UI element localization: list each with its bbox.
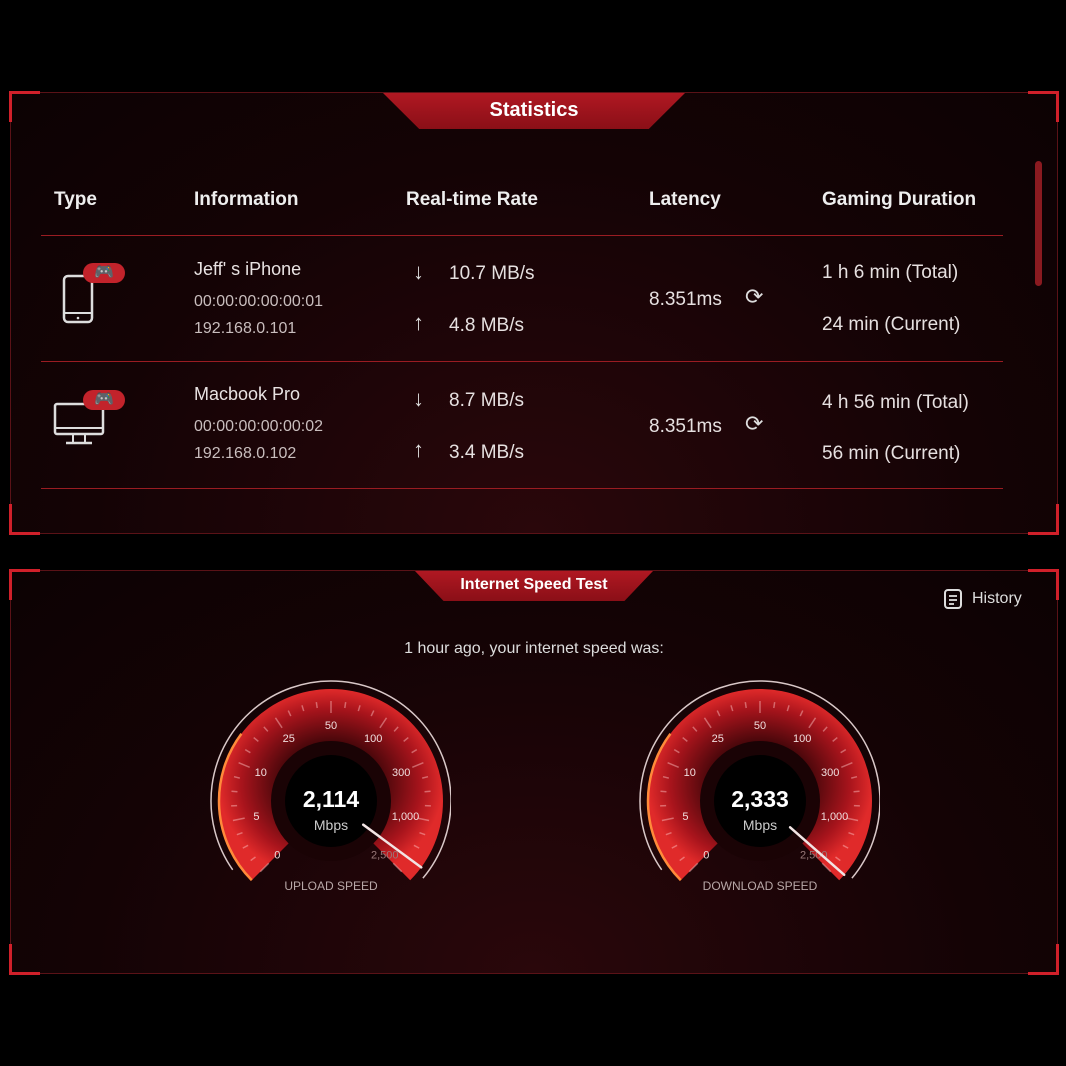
gauge-scale-label: 10 <box>684 767 696 779</box>
gauge-scale-label: 10 <box>255 767 267 779</box>
refresh-icon[interactable]: ⟳ <box>745 284 763 310</box>
gauge-scale-label: 25 <box>712 733 724 745</box>
speed-test-title: Internet Speed Test <box>415 571 653 601</box>
corner-decoration <box>1028 91 1059 122</box>
column-latency: Latency <box>649 189 721 210</box>
gauge-unit: Mbps <box>743 817 777 833</box>
speed-test-panel: Internet Speed Test History 1 hour ago, … <box>9 569 1059 975</box>
gauge-value: 2,333 <box>731 786 789 812</box>
duration-total: 4 h 56 min (Total) <box>822 392 969 413</box>
duration-current: 56 min (Current) <box>822 443 961 464</box>
corner-decoration <box>9 91 40 122</box>
document-icon <box>944 589 962 609</box>
gauge-tick <box>660 790 667 793</box>
device-mac: 00:00:00:00:00:01 <box>194 293 324 310</box>
refresh-icon[interactable]: ⟳ <box>745 411 763 437</box>
gauge-tick <box>853 790 860 793</box>
gauge-scale-label: 300 <box>821 767 839 779</box>
history-button[interactable]: History <box>943 588 1022 610</box>
gauge-scale-label: 100 <box>364 733 382 745</box>
gauge-scale-label: 0 <box>274 850 280 862</box>
divider <box>41 235 1003 236</box>
device-ip: 192.168.0.102 <box>194 445 297 462</box>
latency-value: 8.351ms <box>649 416 722 437</box>
corner-decoration <box>1028 944 1059 975</box>
divider <box>41 488 1003 489</box>
gauge-tick <box>773 701 776 709</box>
corner-decoration <box>9 504 40 535</box>
divider <box>41 361 1003 362</box>
column-gaming-duration: Gaming Duration <box>822 189 977 210</box>
upload-rate: 3.4 MB/s <box>449 442 524 463</box>
statistics-title: Statistics <box>383 93 685 129</box>
column-rate: Real-time Rate <box>406 189 538 210</box>
duration-total: 1 h 6 min (Total) <box>822 262 959 283</box>
gauge-tick <box>231 790 238 793</box>
download-speed-gauge: 051025501003001,0002,5002,333MbpsDOWNLOA… <box>639 680 880 893</box>
latency-value: 8.351ms <box>649 289 722 310</box>
gauge-tick <box>344 701 347 709</box>
gauge-scale-label: 100 <box>793 733 811 745</box>
scrollbar[interactable] <box>1035 161 1042 286</box>
gauge-scale-label: 300 <box>392 767 410 779</box>
gauge-unit: Mbps <box>314 817 348 833</box>
corner-decoration <box>9 944 40 975</box>
gauge-scale-label: 1,000 <box>392 811 420 823</box>
gauge-tick <box>315 701 318 709</box>
gauge-value: 2,114 <box>303 786 359 812</box>
gauge-label: UPLOAD SPEED <box>284 879 378 893</box>
download-rate: 8.7 MB/s <box>449 390 524 411</box>
column-type: Type <box>54 189 97 210</box>
gauge-scale-label: 2,500 <box>371 850 399 862</box>
gauge-tick <box>424 790 431 793</box>
device-name: Macbook Pro <box>194 384 301 404</box>
download-rate: 10.7 MB/s <box>449 263 535 284</box>
gamepad-icon: 🎮 <box>83 390 125 410</box>
corner-decoration <box>1028 504 1059 535</box>
gauge-scale-label: 50 <box>754 720 766 732</box>
statistics-panel: Statistics Type Information Real-time Ra… <box>9 91 1059 535</box>
gauge-scale-label: 5 <box>253 811 259 823</box>
gauge-scale-label: 1,000 <box>821 811 849 823</box>
gauge-scale-label: 5 <box>682 811 688 823</box>
history-label: History <box>972 590 1022 607</box>
device-ip: 192.168.0.101 <box>194 320 297 337</box>
upload-rate: 4.8 MB/s <box>449 315 524 336</box>
arrow-down-icon: ↓ <box>413 259 424 284</box>
corner-decoration <box>1028 569 1059 600</box>
gauge-tick <box>744 701 747 709</box>
device-mac: 00:00:00:00:00:02 <box>194 418 324 435</box>
gauge-scale-label: 50 <box>325 720 337 732</box>
gamepad-icon: 🎮 <box>83 263 125 283</box>
speed-test-subtitle: 1 hour ago, your internet speed was: <box>404 640 664 657</box>
corner-decoration <box>9 569 40 600</box>
column-information: Information <box>194 189 299 210</box>
gauge-scale-label: 0 <box>703 850 709 862</box>
arrow-up-icon: ↑ <box>413 310 424 335</box>
gauge-label: DOWNLOAD SPEED <box>703 879 818 893</box>
device-name: Jeff' s iPhone <box>194 259 302 279</box>
upload-speed-gauge: 0 5 10 25 50 100 300 1,000 2,500 2,114 Mbps UPLOAD … <box>210 680 451 893</box>
arrow-down-icon: ↓ <box>413 386 424 411</box>
gauge-scale-label: 25 <box>283 733 295 745</box>
arrow-up-icon: ↑ <box>413 437 424 462</box>
duration-current: 24 min (Current) <box>822 314 961 335</box>
